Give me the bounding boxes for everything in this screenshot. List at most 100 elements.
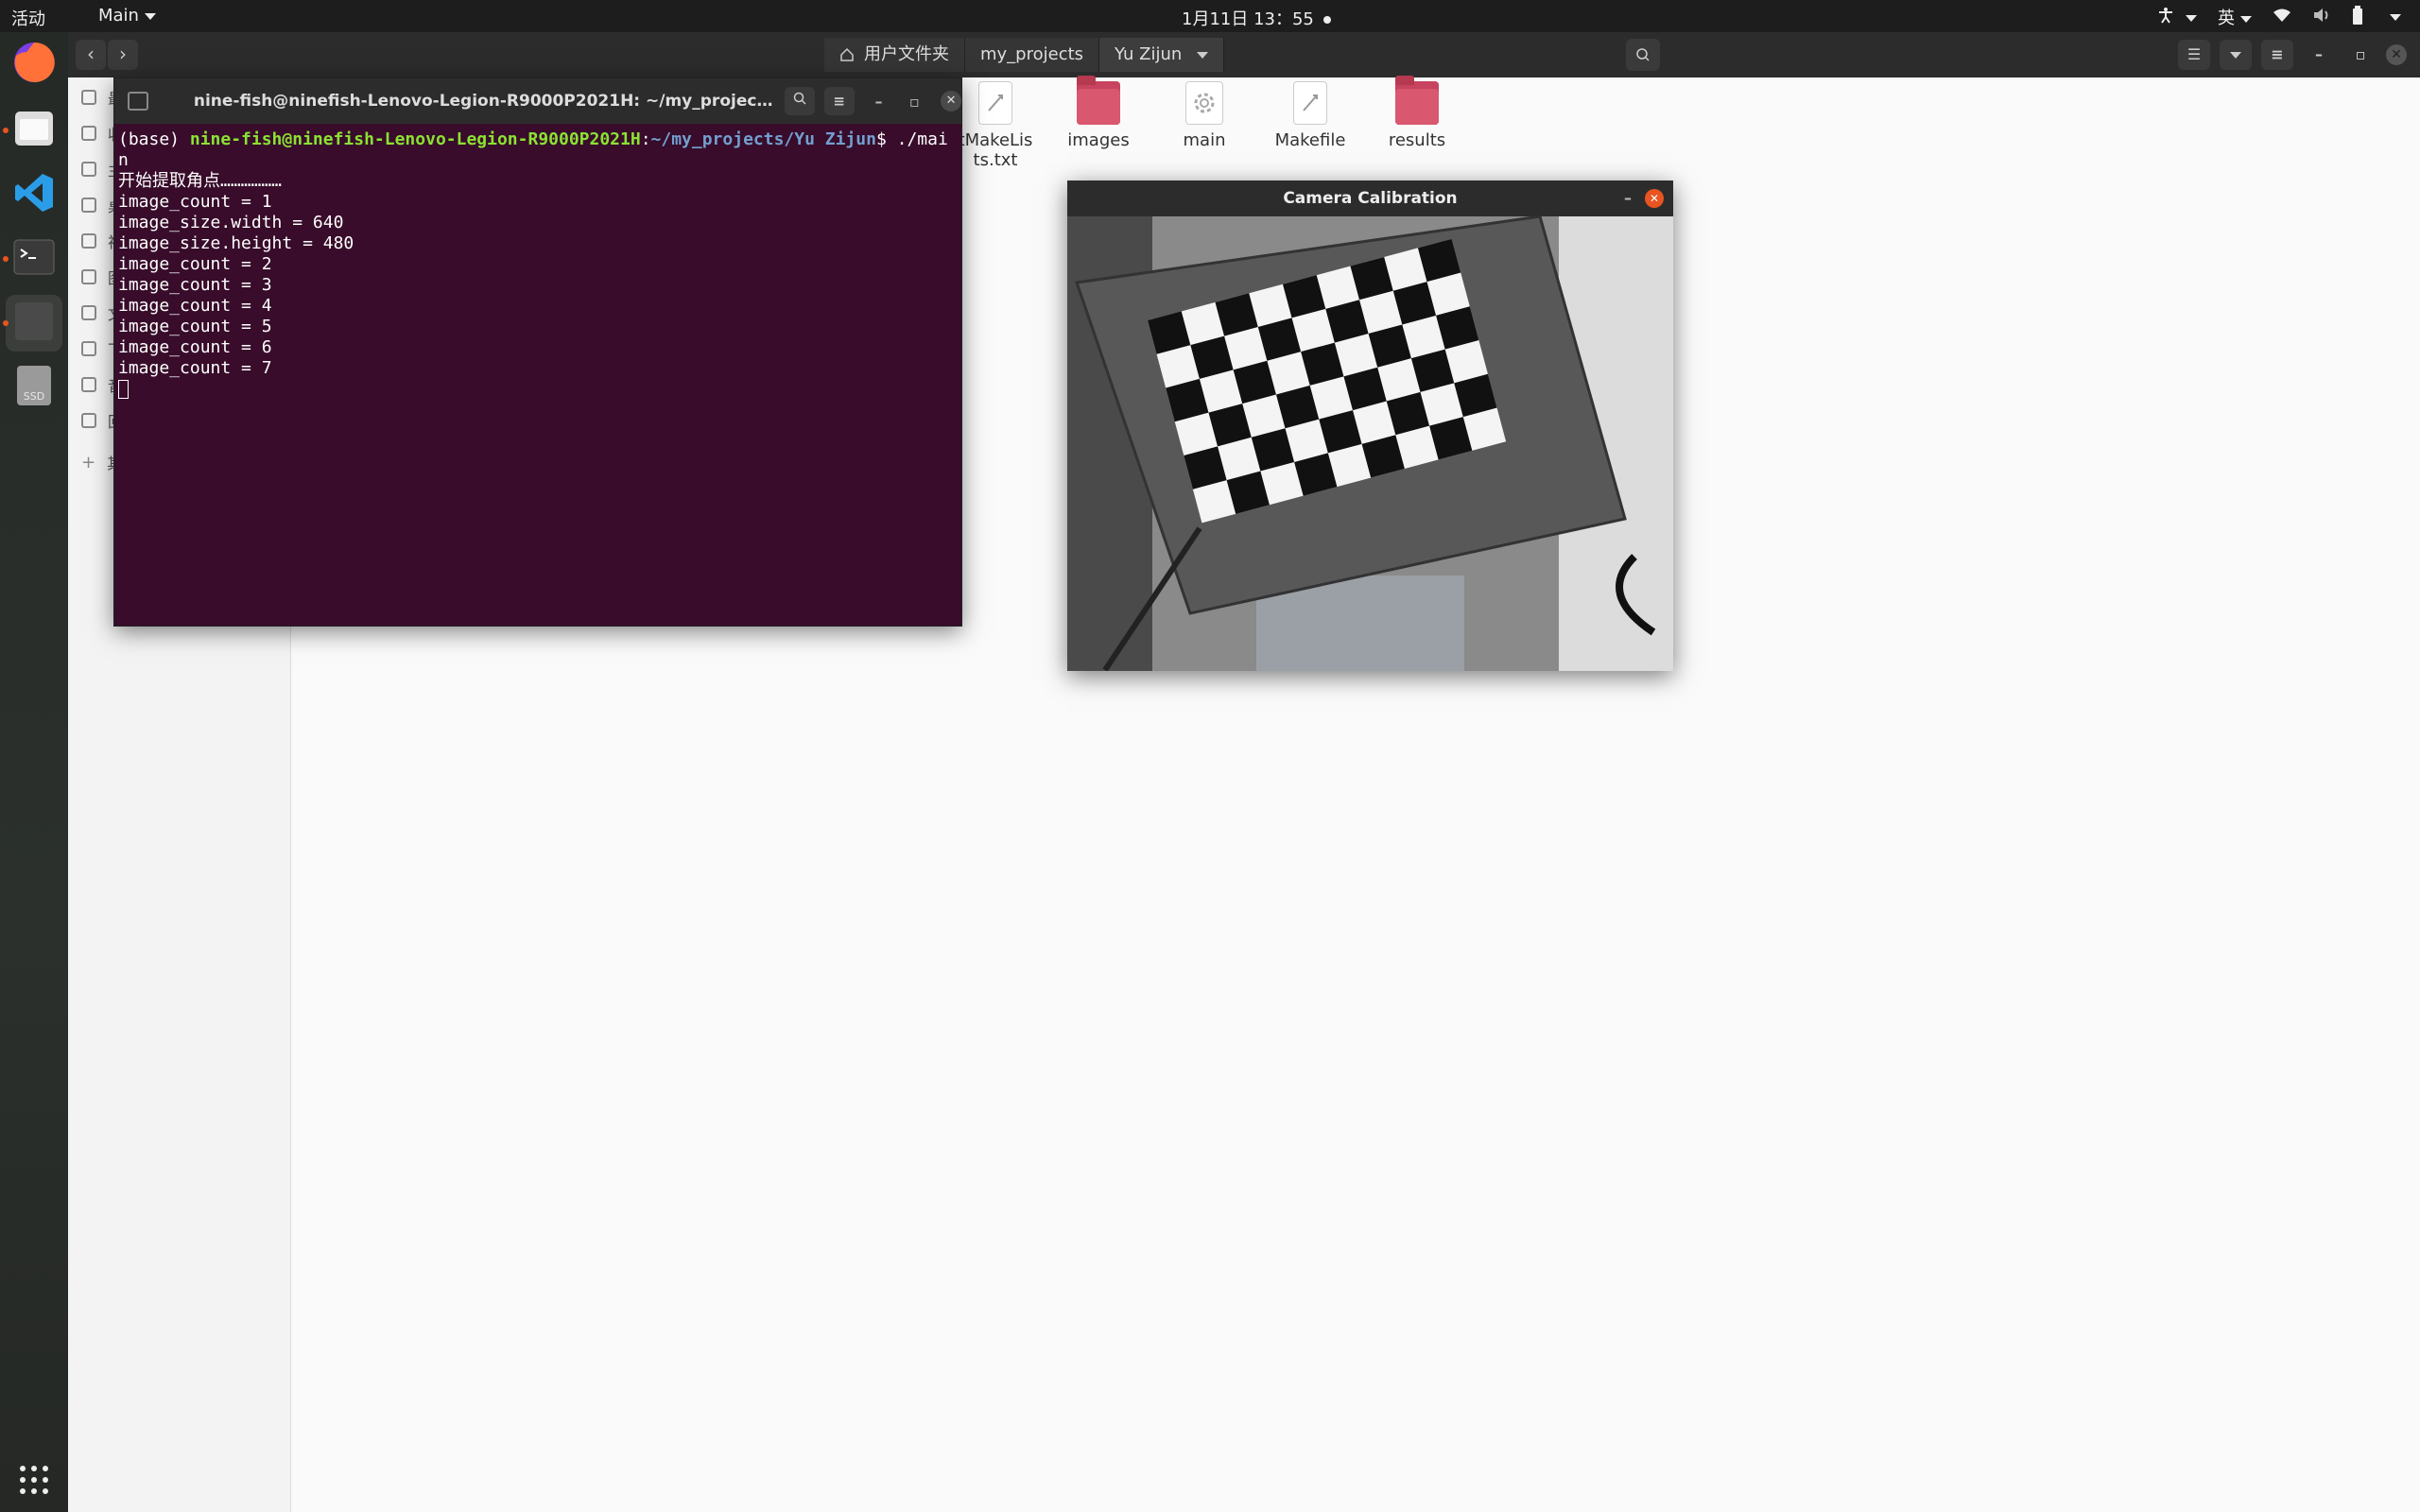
back-button[interactable]: ‹ [76,40,106,70]
wifi-icon[interactable] [2273,8,2291,27]
app-icon [13,301,55,346]
minimize-button[interactable]: – [2303,40,2335,70]
running-indicator [3,256,9,262]
active-app-launcher[interactable] [6,295,62,352]
volume-icon[interactable] [2312,8,2331,27]
terminal-menu-button[interactable]: ≡ [823,87,855,115]
camera-calibration-window[interactable]: Camera Calibration – ✕ [1067,180,1673,671]
close-button[interactable]: ✕ [2386,44,2407,65]
output-line: image_count = 3 [118,275,272,295]
executable-icon [1185,81,1223,125]
clock-label: 1月11日 13：55 [1182,9,1314,29]
clock[interactable]: 1月11日 13：55 [1182,6,1331,30]
maximize-button[interactable]: ▫ [2344,40,2377,70]
main-menu-button[interactable]: ≡ [2261,40,2293,70]
output-line: image_count = 2 [118,254,272,274]
breadcrumb-yu-zijun[interactable]: Yu Zijun [1099,38,1225,72]
file-item-images[interactable]: images [1046,76,1150,150]
input-method-menu[interactable]: 英 [2218,5,2252,29]
battery-icon[interactable] [2352,5,2363,29]
hamburger-icon: ≡ [833,93,845,110]
calibration-titlebar[interactable]: Camera Calibration – ✕ [1067,180,1673,216]
text-file-icon [978,81,1012,125]
file-item-main[interactable]: main [1152,81,1256,150]
chevron-down-icon [144,12,156,20]
dock: SSD [0,32,68,1512]
output-line: image_count = 7 [118,358,272,378]
trash-icon [81,413,96,428]
terminal-minimize-button[interactable]: – [868,93,890,111]
running-indicator [3,320,9,326]
close-icon: ✕ [1649,192,1660,205]
terminal-search-button[interactable] [785,87,815,115]
ssd-label: SSD [24,390,44,403]
file-item-makefile[interactable]: Makefile [1258,81,1362,150]
hamburger-icon: ≡ [2271,45,2284,63]
chevron-down-icon [1197,51,1209,59]
text-file-icon [1293,81,1327,125]
app-menu[interactable]: Main [98,6,156,26]
search-button[interactable] [1626,39,1660,71]
output-line: 开始提取角点……………… [118,171,283,191]
search-icon [793,92,806,105]
view-options-button[interactable] [2220,40,2252,70]
system-menu-chevron-icon[interactable] [2390,13,2401,21]
output-line: image_size.width = 640 [118,213,344,232]
minimize-icon: – [2315,45,2323,63]
terminal-close-button[interactable]: ✕ [941,91,961,112]
activities-button[interactable]: 活动 [11,6,45,30]
folder-icon [1077,76,1120,125]
prompt-path: ~/my_projects/Yu Zijun [650,129,876,149]
terminal-cursor [118,380,129,399]
search-icon [1636,48,1650,61]
breadcrumb-home[interactable]: 用户文件夹 [824,38,965,72]
system-tray[interactable]: 英 [2157,5,2401,29]
music-icon [81,377,96,392]
chevron-down-icon [2186,15,2197,22]
terminal-launcher[interactable] [6,231,62,287]
ssd-drive-launcher[interactable]: SSD [6,359,62,416]
close-icon: ✕ [945,94,957,108]
clock-icon [81,90,96,105]
vscode-launcher[interactable] [6,166,62,223]
vscode-icon [13,172,55,217]
list-view-button[interactable]: ☰ [2178,40,2210,70]
breadcrumb-label: my_projects [980,44,1084,64]
show-apps-button[interactable] [6,1453,62,1510]
terminal-titlebar[interactable]: nine-fish@ninefish-Lenovo-Legion-R9000P2… [114,78,961,124]
app-menu-label: Main [98,6,139,26]
forward-button[interactable]: › [108,40,138,70]
running-indicator [3,128,9,133]
terminal-title: nine-fish@ninefish-Lenovo-Legion-R9000P2… [193,92,776,111]
terminal-window[interactable]: nine-fish@ninefish-Lenovo-Legion-R9000P2… [114,78,961,626]
files-headerbar: ‹ › 用户文件夹 my_projects Yu Zijun ☰ ≡ – ▫ ✕ [68,32,2420,77]
accessibility-icon[interactable] [2157,7,2197,28]
file-item-results[interactable]: results [1365,76,1469,150]
file-name: results [1388,130,1446,150]
ssd-icon: SSD [15,364,53,411]
home-icon [840,47,854,61]
breadcrumb-my-projects[interactable]: my_projects [965,38,1100,72]
files-icon [13,108,55,153]
chevron-down-icon [2230,52,2241,59]
notification-dot-icon [1322,16,1331,24]
download-icon [81,341,96,356]
prompt-env: (base) [118,129,190,149]
output-line: image_size.height = 480 [118,233,354,253]
calibration-title: Camera Calibration [1283,189,1458,208]
home-icon [81,162,96,177]
input-method-label: 英 [2218,9,2235,28]
breadcrumb-label: 用户文件夹 [864,44,949,64]
firefox-launcher[interactable] [6,36,62,93]
file-name: Makefile [1274,130,1346,150]
new-tab-icon[interactable] [128,92,148,111]
terminal-output[interactable]: (base) nine-fish@ninefish-Lenovo-Legion-… [114,124,961,405]
calibration-minimize-button[interactable]: – [1624,180,1632,216]
file-name: images [1067,130,1130,150]
close-icon: ✕ [2391,47,2402,62]
calibration-close-button[interactable]: ✕ [1645,189,1664,208]
breadcrumb-label: Yu Zijun [1115,44,1183,64]
terminal-maximize-button[interactable]: ▫ [903,93,925,111]
files-launcher[interactable] [6,102,62,159]
output-line: image_count = 4 [118,296,272,316]
